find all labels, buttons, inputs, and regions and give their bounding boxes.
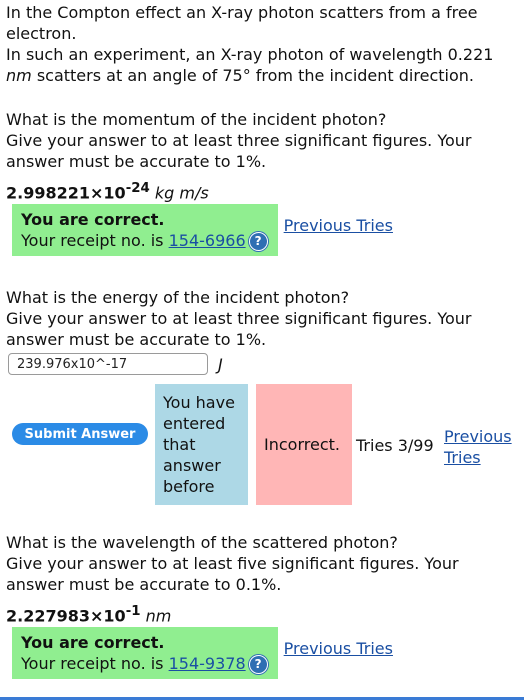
question-2: What is the energy of the incident photo… [6, 287, 520, 350]
receipt-link[interactable]: 154-6966 [169, 231, 246, 250]
problem-intro: In the Compton effect an X-ray photon sc… [6, 2, 520, 86]
question-2-text: What is the energy of the incident photo… [6, 288, 350, 307]
correct-box: You are correct. Your receipt no. is 154… [12, 204, 278, 256]
tries-count: Tries 3/99 [356, 436, 434, 455]
incorrect-status: Incorrect. [256, 384, 352, 505]
answer-input[interactable] [8, 353, 208, 375]
correct-title: You are correct. [21, 210, 165, 229]
help-icon[interactable]: ? [248, 655, 268, 674]
question-1-answer: 2.998221×10-24 kg m/s [6, 178, 520, 203]
answer-unit: J [218, 354, 223, 374]
question-2-instruction: Give your answer to at least three signi… [6, 309, 472, 349]
incorrect-label: Incorrect. [264, 435, 340, 454]
answer-mantissa: 2.998221×10 [6, 183, 126, 203]
answer-input-row: J [8, 353, 223, 375]
question-1: What is the momentum of the incident pho… [6, 109, 520, 203]
question-1-text: What is the momentum of the incident pho… [6, 110, 387, 129]
answer-unit: nm [145, 606, 172, 626]
answer-unit: kg m/s [154, 183, 209, 203]
entered-before-notice: You have entered that answer before [155, 384, 248, 505]
answer-exponent: -24 [125, 181, 150, 196]
intro-line-2: In such an experiment, an X-ray photon o… [6, 45, 494, 85]
correct-box: You are correct. Your receipt no. is 154… [12, 627, 278, 679]
submit-answer-button[interactable]: Submit Answer [12, 423, 148, 445]
assignment-page: In the Compton effect an X-ray photon sc… [0, 0, 524, 700]
question-3-answer: 2.227983×10-1 nm [6, 601, 520, 626]
question-3-instruction: Give your answer to at least five signif… [6, 554, 459, 594]
question-3-text: What is the wavelength of the scattered … [6, 533, 398, 552]
previous-tries-link[interactable]: Previous Tries [284, 215, 393, 236]
answer-exponent: -1 [125, 604, 141, 619]
help-icon[interactable]: ? [248, 232, 268, 251]
receipt-line: Your receipt no. is 154-6966? [21, 230, 268, 251]
intro-line-1: In the Compton effect an X-ray photon sc… [6, 3, 478, 43]
receipt-line: Your receipt no. is 154-9378? [21, 653, 268, 674]
previous-tries-link[interactable]: Previous Tries [444, 426, 516, 468]
question-3: What is the wavelength of the scattered … [6, 532, 520, 626]
answer-mantissa: 2.227983×10 [6, 606, 126, 626]
correct-title: You are correct. [21, 633, 165, 652]
question-3-feedback: You are correct. Your receipt no. is 154… [12, 627, 393, 679]
receipt-link[interactable]: 154-9378 [169, 654, 246, 673]
question-1-feedback: You are correct. Your receipt no. is 154… [12, 204, 393, 256]
question-1-instruction: Give your answer to at least three signi… [6, 131, 472, 171]
previous-tries-link[interactable]: Previous Tries [284, 638, 393, 659]
